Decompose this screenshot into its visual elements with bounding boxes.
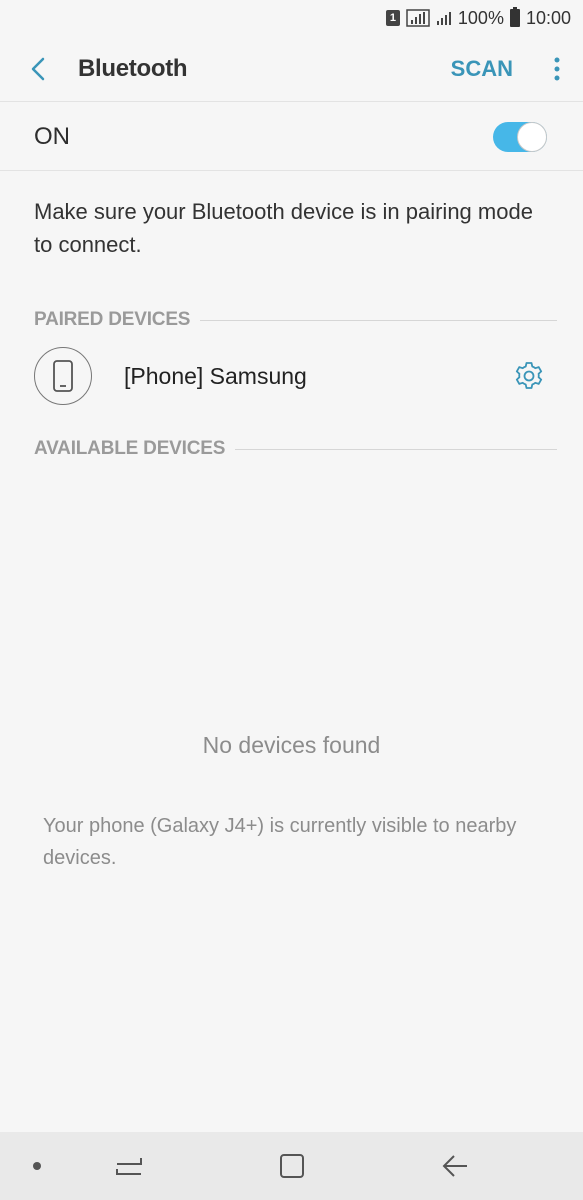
- recents-button[interactable]: [111, 1148, 147, 1184]
- signal-icon: [436, 10, 452, 26]
- recents-icon: [116, 1158, 142, 1175]
- more-vertical-icon: [554, 57, 560, 80]
- section-label: PAIRED DEVICES: [34, 309, 191, 330]
- more-options-button[interactable]: [535, 36, 579, 102]
- paired-device-item[interactable]: [Phone] Samsung: [34, 346, 549, 406]
- section-label: AVAILABLE DEVICES: [34, 438, 226, 459]
- bluetooth-toggle-switch[interactable]: [493, 121, 547, 152]
- pairing-description: Make sure your Bluetooth device is in pa…: [34, 199, 533, 257]
- home-icon: [280, 1154, 304, 1178]
- clock: 10:00: [525, 7, 571, 28]
- phone-icon: [34, 347, 92, 405]
- toggle-label: ON: [34, 122, 70, 150]
- nav-dot-indicator: [33, 1162, 41, 1170]
- page-title: Bluetooth: [78, 54, 188, 82]
- status-bar: 1 100% 10:00: [0, 0, 583, 36]
- divider: [200, 319, 557, 321]
- home-button[interactable]: [274, 1148, 310, 1184]
- navigation-bar: [0, 1132, 583, 1200]
- chevron-left-icon: [31, 57, 45, 80]
- available-devices-header: AVAILABLE DEVICES: [34, 437, 557, 461]
- no-devices-message: No devices found: [202, 732, 381, 758]
- back-icon: [442, 1155, 467, 1177]
- paired-devices-header: PAIRED DEVICES: [34, 308, 557, 332]
- battery-icon: [509, 7, 520, 27]
- divider: [235, 448, 557, 450]
- device-settings-button[interactable]: [509, 356, 549, 396]
- visibility-message: Your phone (Galaxy J4+) is currently vis…: [43, 815, 517, 869]
- back-nav-button[interactable]: [437, 1148, 473, 1184]
- device-name: [Phone] Samsung: [124, 362, 307, 389]
- bluetooth-toggle-row[interactable]: ON: [0, 103, 583, 171]
- toggle-knob: [517, 121, 547, 152]
- signal-icon: [406, 9, 430, 27]
- sim-icon: 1: [385, 10, 400, 26]
- app-bar: Bluetooth SCAN: [0, 36, 583, 102]
- scan-button[interactable]: SCAN: [439, 56, 525, 82]
- battery-percentage: 100%: [457, 7, 504, 28]
- gear-icon: [515, 362, 543, 389]
- back-button[interactable]: [0, 36, 78, 102]
